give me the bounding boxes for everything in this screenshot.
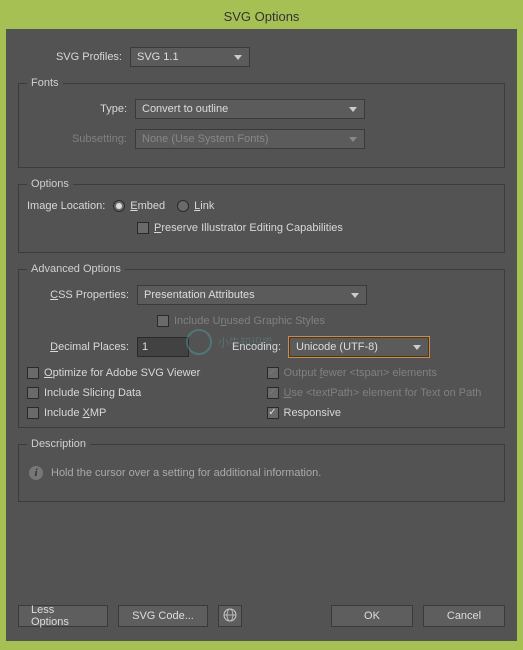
- decimal-places-input[interactable]: [137, 337, 189, 357]
- svg-profiles-label: SVG Profiles:: [18, 51, 130, 63]
- ok-button[interactable]: OK: [331, 605, 413, 627]
- image-location-link-radio[interactable]: Link: [177, 200, 214, 212]
- optimize-checkbox[interactable]: Optimize for Adobe SVG Viewer: [27, 367, 245, 379]
- slicing-checkbox[interactable]: Include Slicing Data: [27, 387, 245, 399]
- textpath-label: Use <textPath> element for Text on Path: [284, 387, 482, 399]
- checkbox-icon: [27, 407, 39, 419]
- slicing-label: Include Slicing Data: [44, 387, 141, 399]
- unused-styles-checkbox: Include Unused Graphic Styles: [157, 315, 325, 327]
- font-type-value: Convert to outline: [142, 103, 228, 115]
- css-properties-value: Presentation Attributes: [144, 289, 255, 301]
- cancel-button[interactable]: Cancel: [423, 605, 505, 627]
- description-text: Hold the cursor over a setting for addit…: [51, 467, 321, 479]
- less-options-button[interactable]: Less Options: [18, 605, 108, 627]
- fonts-group: Fonts Type: Convert to outline Subsettin…: [18, 77, 505, 168]
- advanced-legend: Advanced Options: [27, 263, 125, 275]
- encoding-select[interactable]: Unicode (UTF-8): [289, 337, 429, 357]
- description-group: Description i Hold the cursor over a set…: [18, 438, 505, 502]
- css-properties-select[interactable]: Presentation Attributes: [137, 285, 367, 305]
- css-properties-label: CSS Properties:: [27, 289, 137, 301]
- chevron-down-icon: [348, 288, 362, 302]
- unused-label: Include Unused Graphic Styles: [174, 315, 325, 327]
- chevron-down-icon: [346, 132, 360, 146]
- checkbox-icon: [267, 387, 279, 399]
- description-legend: Description: [27, 438, 90, 450]
- output-fewer-label: Output fewer <tspan> elements: [284, 367, 438, 379]
- globe-icon: [223, 608, 237, 625]
- link-label: Link: [194, 200, 214, 212]
- responsive-label: Responsive: [284, 407, 341, 419]
- chevron-down-icon: [231, 50, 245, 64]
- image-location-label: Image Location:: [27, 200, 113, 212]
- titlebar: SVG Options: [6, 6, 517, 29]
- checkbox-icon: [27, 367, 39, 379]
- output-fewer-checkbox: Output fewer <tspan> elements: [267, 367, 485, 379]
- responsive-checkbox[interactable]: Responsive: [267, 407, 485, 419]
- encoding-value: Unicode (UTF-8): [296, 341, 378, 353]
- xmp-label: Include XMP: [44, 407, 106, 419]
- embed-label: Embed: [130, 200, 165, 212]
- image-location-embed-radio[interactable]: Embed: [113, 200, 165, 212]
- svg-profiles-select[interactable]: SVG 1.1: [130, 47, 250, 67]
- svg-profiles-value: SVG 1.1: [137, 51, 179, 63]
- decimal-places-label: Decimal Places:: [27, 341, 137, 353]
- dialog-panel: SVG Profiles: SVG 1.1 Fonts Type: Conver…: [6, 29, 517, 641]
- svg-code-button[interactable]: SVG Code...: [118, 605, 208, 627]
- subsetting-label: Subsetting:: [27, 133, 135, 145]
- optimize-label: Optimize for Adobe SVG Viewer: [44, 367, 200, 379]
- checkbox-icon: [27, 387, 39, 399]
- preserve-editing-checkbox[interactable]: Preserve Illustrator Editing Capabilitie…: [137, 222, 343, 234]
- advanced-group: Advanced Options CSS Properties: Present…: [18, 263, 505, 428]
- fonts-legend: Fonts: [27, 77, 63, 89]
- checkbox-icon: [267, 367, 279, 379]
- chevron-down-icon: [346, 102, 360, 116]
- xmp-checkbox[interactable]: Include XMP: [27, 407, 245, 419]
- subsetting-select: None (Use System Fonts): [135, 129, 365, 149]
- font-type-label: Type:: [27, 103, 135, 115]
- subsetting-value: None (Use System Fonts): [142, 133, 269, 145]
- checkbox-icon: [157, 315, 169, 327]
- textpath-checkbox: Use <textPath> element for Text on Path: [267, 387, 485, 399]
- globe-button[interactable]: [218, 605, 242, 627]
- options-legend: Options: [27, 178, 73, 190]
- options-group: Options Image Location: Embed Link Prese…: [18, 178, 505, 253]
- font-type-select[interactable]: Convert to outline: [135, 99, 365, 119]
- checkbox-icon: [267, 407, 279, 419]
- radio-icon: [177, 200, 189, 212]
- preserve-label: Preserve Illustrator Editing Capabilitie…: [154, 222, 343, 234]
- encoding-label: Encoding:: [189, 341, 289, 353]
- info-icon: i: [29, 466, 43, 480]
- chevron-down-icon: [410, 340, 424, 354]
- radio-icon: [113, 200, 125, 212]
- checkbox-icon: [137, 222, 149, 234]
